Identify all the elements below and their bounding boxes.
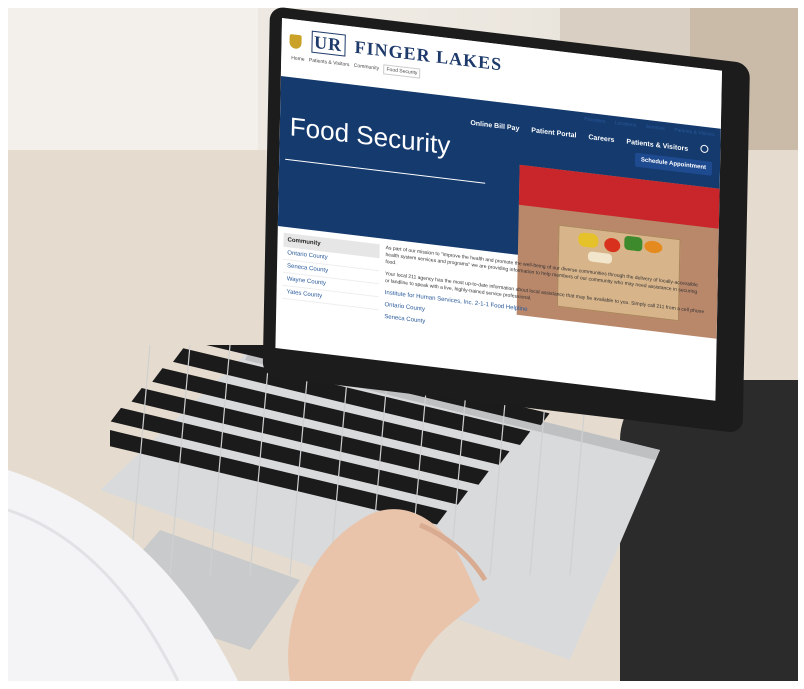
white-sleeve [8, 470, 238, 681]
breadcrumb-current: Food Security [383, 64, 421, 79]
window-light [8, 8, 258, 168]
typing-hand [288, 509, 488, 681]
search-icon[interactable] [700, 144, 709, 154]
website-screen: UR FINGER LAKES Home Patients & Visitors… [275, 18, 722, 401]
greens-icon [624, 235, 643, 252]
breadcrumb-patients-visitors[interactable]: Patients & Visitors [309, 57, 350, 68]
breadcrumb-home[interactable]: Home [291, 55, 304, 63]
logo-ur: UR [310, 30, 346, 57]
community-sidebar: Community Ontario County Seneca County W… [281, 232, 380, 345]
banana-icon [578, 232, 599, 249]
breadcrumb-community[interactable]: Community [354, 63, 379, 72]
shield-icon [289, 33, 302, 50]
